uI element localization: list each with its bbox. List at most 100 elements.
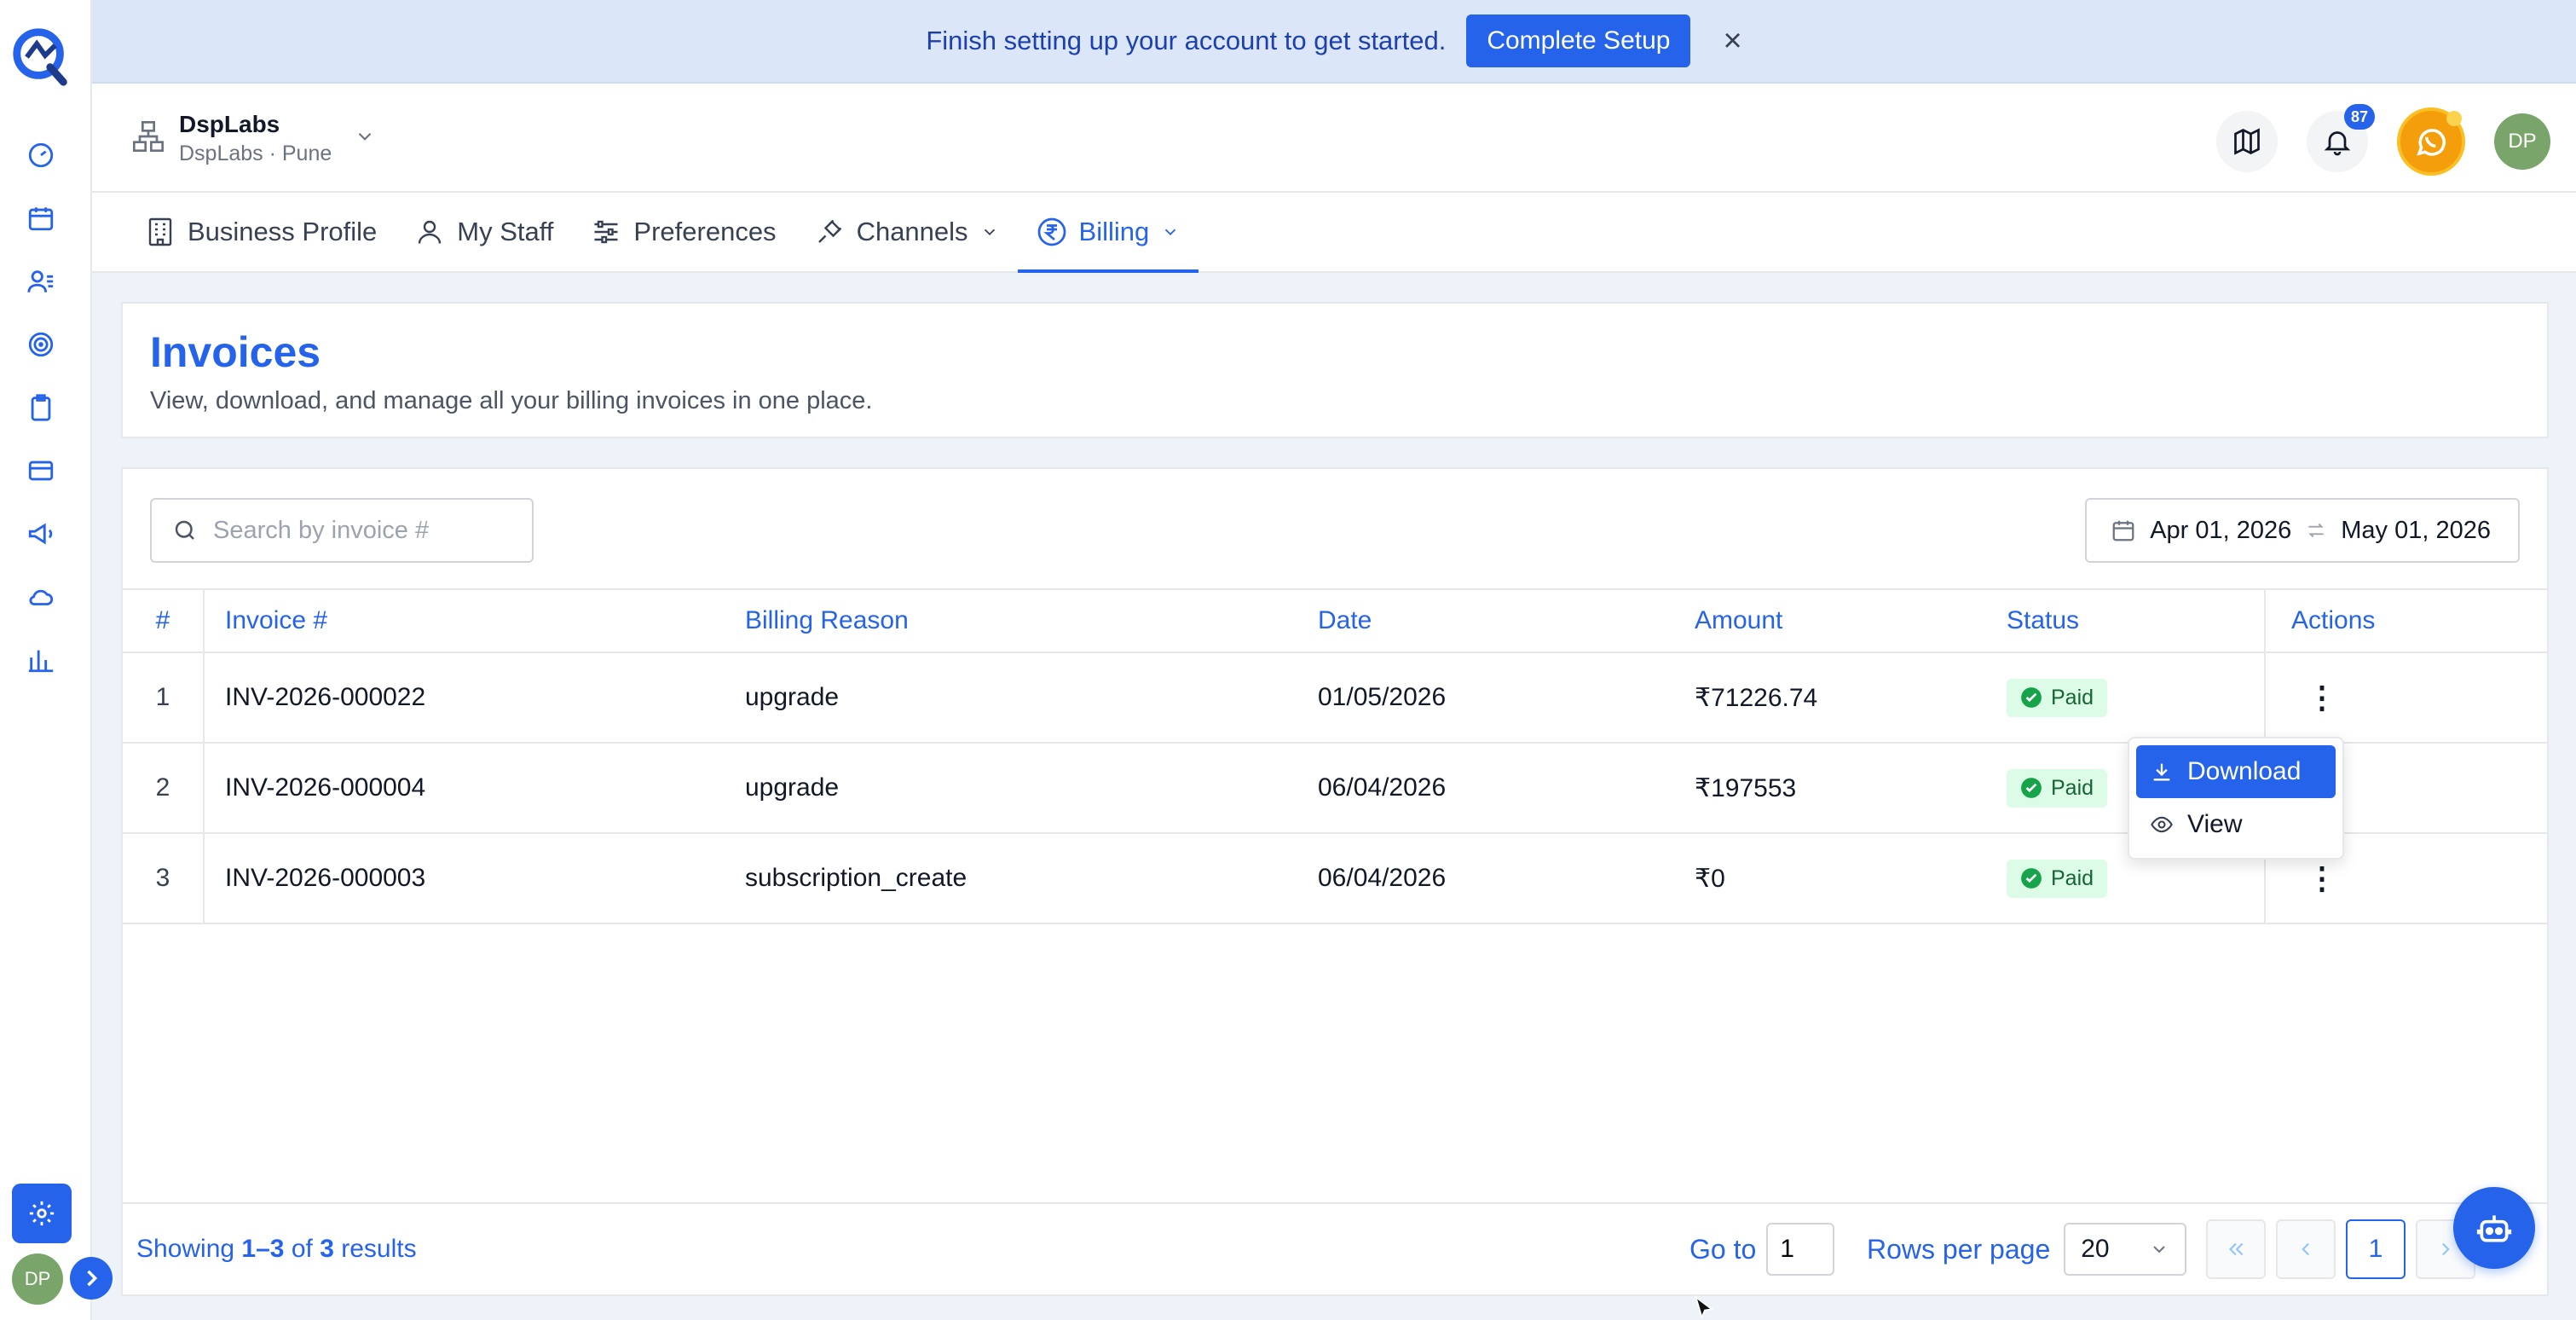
invoice-number: INV-2026-000022 [225, 683, 426, 711]
goto-page-input[interactable] [1766, 1223, 1835, 1276]
notifications-button[interactable]: 87 [2307, 104, 2375, 172]
showing-total: 3 [320, 1235, 334, 1263]
clipboard-icon[interactable] [22, 389, 60, 426]
tab-business-profile[interactable]: Business Profile [126, 193, 396, 271]
close-banner-icon[interactable]: × [1723, 23, 1741, 60]
map-icon [2234, 128, 2260, 155]
card-icon[interactable] [22, 452, 60, 489]
billing-reason: subscription_create [745, 864, 967, 892]
rows-per-page: Rows per page 20 [1867, 1223, 2187, 1276]
table-footer: Showing 1–3 of 3 results Go to Rows per … [123, 1202, 2547, 1294]
column-header: Billing Reason [745, 606, 909, 634]
row-index: 2 [123, 744, 205, 832]
chatbot-button[interactable] [2453, 1187, 2535, 1269]
rail-user-avatar[interactable]: DP [12, 1253, 63, 1305]
tab-billing[interactable]: Billing [1017, 193, 1199, 273]
status-badge: Paid [2007, 678, 2108, 717]
more-actions-icon[interactable]: ⋮ [2307, 863, 2337, 894]
date-range-picker[interactable]: Apr 01, 2026 May 01, 2026 [2085, 498, 2520, 563]
search-field[interactable] [150, 498, 534, 563]
column-header: Actions [2264, 590, 2547, 651]
invoice-date: 01/05/2026 [1318, 683, 1447, 711]
page-subtitle: View, download, and manage all your bill… [150, 387, 873, 414]
header-actions: 87 DP [2216, 104, 2550, 176]
complete-setup-button[interactable]: Complete Setup [1466, 14, 1691, 67]
bar-chart-icon[interactable] [22, 641, 60, 679]
robot-icon [2476, 1215, 2512, 1242]
dashboard-icon[interactable] [22, 136, 60, 174]
sliders-icon [594, 220, 618, 244]
more-actions-icon[interactable]: ⋮ [2307, 682, 2337, 713]
calendar-icon[interactable] [22, 200, 60, 237]
target-icon[interactable] [22, 326, 60, 363]
whatsapp-icon [2417, 129, 2446, 156]
status-label: Paid [2051, 866, 2094, 890]
column-header: Invoice # [225, 606, 328, 634]
rows-per-page-select[interactable]: 20 [2064, 1223, 2187, 1276]
calendar-icon [2112, 520, 2134, 541]
megaphone-icon[interactable] [22, 515, 60, 553]
showing-of: of [291, 1235, 313, 1263]
column-header: Date [1318, 606, 1372, 634]
goto-label: Go to [1689, 1233, 1757, 1265]
invoice-date: 06/04/2026 [1318, 864, 1447, 892]
contacts-icon[interactable] [22, 263, 60, 300]
date-start: Apr 01, 2026 [2150, 516, 2292, 544]
setup-banner: Finish setting up your account to get st… [92, 0, 2576, 84]
user-icon [419, 220, 442, 244]
invoice-number: INV-2026-000003 [225, 864, 426, 892]
org-structure-icon [131, 119, 165, 158]
whatsapp-button[interactable] [2397, 107, 2465, 176]
left-sidebar: DP [0, 0, 113, 1320]
bell-icon [2324, 131, 2351, 156]
invoice-amount: ₹71226.74 [1695, 683, 1818, 712]
tab-preferences[interactable]: Preferences [572, 193, 794, 271]
column-header: Amount [1695, 606, 1783, 634]
prev-page-button[interactable] [2276, 1219, 2336, 1279]
search-input[interactable] [213, 516, 503, 545]
app-logo[interactable] [9, 22, 75, 89]
user-avatar[interactable]: DP [2494, 113, 2550, 170]
notification-badge: 87 [2344, 104, 2375, 130]
showing-range: 1–3 [241, 1235, 285, 1263]
status-cell: Paid [1986, 653, 2264, 742]
building-icon [148, 217, 172, 246]
page-title: Invoices [150, 328, 321, 376]
column-header: # [123, 590, 205, 651]
tab-label: Business Profile [188, 217, 378, 246]
check-circle-icon [2021, 778, 2042, 798]
chevron-down-icon [1165, 229, 1176, 236]
row-index: 1 [123, 653, 205, 742]
status-dot [2446, 111, 2462, 126]
download-menu-item[interactable]: Download [2136, 745, 2336, 798]
mouse-cursor-icon [1693, 1294, 1717, 1320]
page-number-button[interactable]: 1 [2346, 1219, 2406, 1279]
row-index: 3 [123, 834, 205, 923]
banner-message: Finish setting up your account to get st… [926, 26, 1447, 55]
results-summary: Showing 1–3 of 3 results [136, 1235, 417, 1264]
tab-channels[interactable]: Channels [795, 193, 1018, 271]
gear-icon [29, 1201, 55, 1226]
tab-label: Channels [856, 217, 968, 246]
map-button[interactable] [2216, 111, 2278, 172]
search-icon [175, 520, 194, 540]
table-row: 1 INV-2026-000022 upgrade 01/05/2026 ₹71… [123, 653, 2547, 744]
status-label: Paid [2051, 685, 2094, 709]
view-menu-item[interactable]: View [2136, 798, 2336, 851]
invoices-header-card: Invoices View, download, and manage all … [121, 302, 2549, 438]
tab-my-staff[interactable]: My Staff [396, 193, 572, 271]
double-chevron-left-icon [2228, 1242, 2244, 1256]
org-switcher[interactable]: DspLabs DspLabs · Pune [131, 111, 376, 166]
invoice-actions-menu: Download View [2128, 737, 2344, 860]
cloud-icon[interactable] [22, 578, 60, 616]
chevron-down-icon [2153, 1246, 2165, 1253]
settings-button[interactable] [12, 1184, 72, 1243]
tab-label: My Staff [457, 217, 554, 246]
check-circle-icon [2021, 687, 2042, 708]
status-badge: Paid [2007, 768, 2108, 808]
expand-sidebar-button[interactable] [70, 1257, 113, 1300]
first-page-button[interactable] [2206, 1219, 2266, 1279]
chevron-down-icon [354, 125, 376, 152]
invoices-table-card: Apr 01, 2026 May 01, 2026 # Invoice # Bi… [121, 467, 2549, 1296]
date-end: May 01, 2026 [2341, 516, 2491, 544]
